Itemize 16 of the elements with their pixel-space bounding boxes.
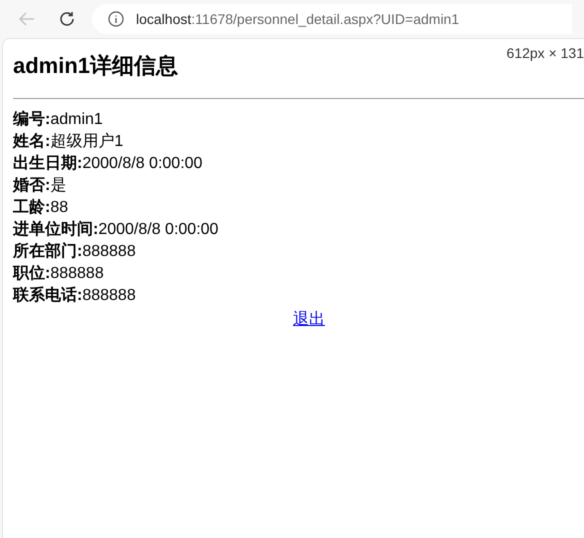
reload-icon[interactable] bbox=[58, 10, 76, 28]
detail-line: 工龄:88 bbox=[13, 198, 70, 218]
detail-line: 进单位时间:2000/8/8 0:00:00 bbox=[13, 220, 220, 240]
detail-line: 职位:888888 bbox=[13, 264, 105, 284]
url-text: localhost:11678/personnel_detail.aspx?UID=admin1 bbox=[136, 10, 460, 29]
detail-line: 编号:admin1 bbox=[13, 109, 104, 130]
detail-line: 所在部门:888888 bbox=[13, 241, 137, 262]
page-title: admin1详细信息 bbox=[13, 52, 178, 80]
size-overlay: 612px × 131 bbox=[506, 44, 584, 63]
detail-line: 联系电话:888888 bbox=[13, 285, 137, 306]
info-icon bbox=[108, 11, 124, 27]
detail-line: 出生日期:2000/8/8 0:00:00 bbox=[13, 154, 204, 174]
address-bar[interactable]: localhost:11678/personnel_detail.aspx?UID=admin1 bbox=[92, 4, 572, 34]
detail-line: 婚否:是 bbox=[13, 176, 68, 196]
exit-link[interactable]: 退出 bbox=[293, 311, 325, 328]
detail-line: 姓名:超级用户1 bbox=[13, 132, 124, 152]
